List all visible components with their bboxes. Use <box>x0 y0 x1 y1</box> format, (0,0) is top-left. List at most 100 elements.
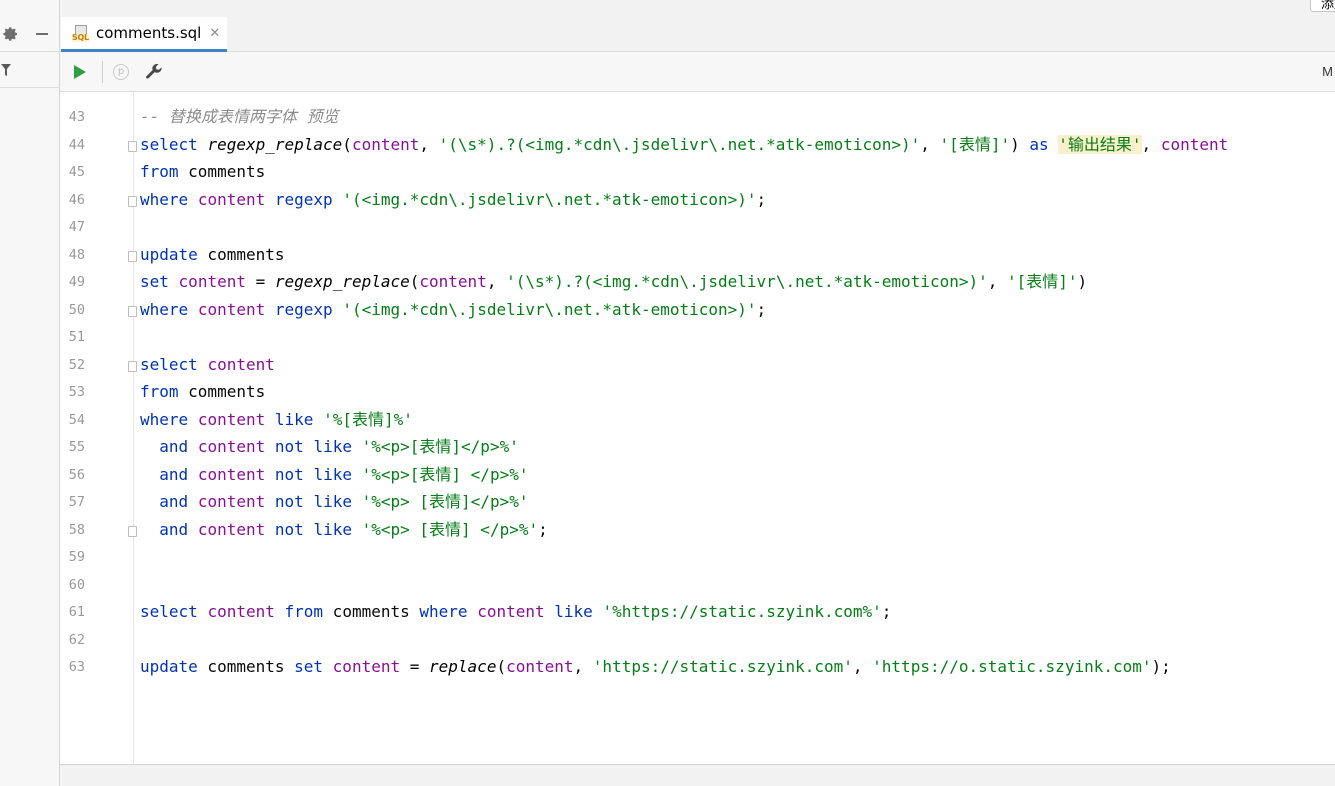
minimize-icon[interactable] <box>33 25 51 43</box>
editor-tab-bar: SQL comments.sql ✕ <box>60 17 1335 52</box>
line-number: 57 <box>68 494 85 510</box>
code-line: 57 and content not like '%<p> [表情]</p>%' <box>60 489 1335 517</box>
keyword: not <box>274 437 304 456</box>
gear-icon[interactable] <box>2 25 20 43</box>
fold-marker-icon[interactable] <box>128 360 137 372</box>
line-number: 46 <box>68 191 85 208</box>
keyword: set <box>140 272 169 291</box>
column-name: content <box>197 409 266 429</box>
code-line: 56 and content not like '%<p>[表情] </p>%' <box>60 462 1335 490</box>
editor-toolbar: p M <box>60 52 1335 92</box>
keyword: not <box>274 519 304 539</box>
column-name: content <box>178 272 246 291</box>
line-number: 59 <box>68 549 85 565</box>
line-number: 44 <box>68 136 85 153</box>
line-number: 54 <box>68 411 85 428</box>
code-text: , <box>1141 134 1161 154</box>
code-text: ( <box>342 134 352 154</box>
title-strip: 添加配置... <box>60 0 1335 17</box>
keyword: from <box>284 602 324 621</box>
string-literal: '[表情]' <box>939 134 1011 154</box>
bottom-status-bar <box>60 764 1335 786</box>
close-icon[interactable]: ✕ <box>209 25 220 41</box>
tab-comments-sql[interactable]: SQL comments.sql ✕ <box>61 17 227 52</box>
column-name: content <box>197 189 266 209</box>
keyword: not <box>274 464 304 484</box>
fold-marker-icon[interactable] <box>128 140 137 152</box>
line-number: 56 <box>68 466 85 483</box>
keyword: regexp <box>274 189 333 209</box>
line-number: 50 <box>68 301 85 318</box>
line-number: 49 <box>68 274 85 290</box>
add-configuration-button[interactable]: 添加配置... <box>1310 0 1335 12</box>
line-number: 58 <box>68 521 85 538</box>
code-text: , <box>419 134 439 154</box>
fold-marker-icon[interactable] <box>128 305 137 317</box>
function-name: replace <box>429 657 497 676</box>
code-line: 49 set content = regexp_replace(content,… <box>60 269 1335 297</box>
function-name: regexp_replace <box>207 134 343 154</box>
column-name: content <box>197 464 266 484</box>
run-icon[interactable] <box>68 60 92 84</box>
code-line: 59 <box>60 544 1335 572</box>
string-literal: '%<p>[表情]</p>%' <box>361 437 519 456</box>
code-line: 58 and content not like '%<p> [表情] </p>%… <box>60 517 1335 545</box>
toolbar-separator <box>102 61 103 83</box>
code-line: 46 where content regexp '(<img.*cdn\.jsd… <box>60 187 1335 215</box>
keyword: like <box>313 492 352 511</box>
line-number: 42 <box>60 92 85 93</box>
transaction-icon: p <box>109 60 133 84</box>
code-text: ) <box>1010 134 1030 154</box>
code-line: 42 <box>60 92 1335 100</box>
table-name: comments <box>197 244 285 264</box>
left-filter-row <box>0 52 60 88</box>
keyword: from <box>140 382 179 401</box>
column-name: content <box>197 519 266 539</box>
sql-editor[interactable]: 42 43 -- 替换成表情两字体 预览 44 select ( regexp_r… <box>60 92 1335 764</box>
table-name: comments <box>178 162 266 181</box>
string-literal: 'https://static.szyink.com' <box>592 657 853 676</box>
code-line: 62 <box>60 627 1335 655</box>
table-name: comments <box>178 382 266 401</box>
code-line: 48 update comments <box>60 242 1335 270</box>
column-name: content <box>506 657 574 676</box>
toolbar-right-label[interactable]: M <box>1322 64 1333 79</box>
wrench-icon[interactable] <box>142 60 166 84</box>
string-literal: '%<p>[表情] </p>%' <box>361 464 529 484</box>
keyword: update <box>140 244 198 264</box>
column-name: content <box>197 299 266 319</box>
function-name: regexp_replace <box>274 272 410 291</box>
string-literal: '(\s*).?(<img.*cdn\.jsdelivr\.net.*atk-e… <box>506 272 988 291</box>
code-line: 54 where content like '%[表情]%' <box>60 407 1335 435</box>
string-literal: '(\s*).?(<img.*cdn\.jsdelivr\.net.*atk-e… <box>438 134 921 154</box>
fold-marker-icon[interactable] <box>128 250 137 262</box>
line-number: 53 <box>68 384 85 400</box>
filter-icon[interactable] <box>0 62 12 78</box>
column-name: content <box>351 134 420 154</box>
code-line: 55 and content not like '%<p>[表情]</p>%' <box>60 434 1335 462</box>
table-name: comments <box>197 657 295 676</box>
keyword: as <box>1029 134 1049 154</box>
keyword: update <box>140 657 198 676</box>
column-name: content <box>207 354 275 374</box>
string-literal: '%<p> [表情]</p>%' <box>361 492 529 511</box>
keyword: like <box>554 602 593 621</box>
string-literal: '(<img.*cdn\.jsdelivr\.net.*atk-emoticon… <box>342 189 757 209</box>
fold-marker-icon[interactable] <box>128 195 137 207</box>
code-text: , <box>920 134 940 154</box>
string-literal: 'https://o.static.szyink.com' <box>872 657 1152 676</box>
string-literal: '(<img.*cdn\.jsdelivr\.net.*atk-emoticon… <box>342 299 757 319</box>
column-name: content <box>197 492 266 511</box>
line-number: 45 <box>68 164 85 180</box>
keyword: select <box>140 354 198 374</box>
left-tool-header <box>0 17 60 52</box>
line-number: 43 <box>68 109 85 125</box>
line-number: 61 <box>68 604 85 620</box>
keyword: set <box>294 657 324 676</box>
fold-marker-icon[interactable] <box>128 525 137 537</box>
code-line: 63 update comments set content = replace… <box>60 654 1335 682</box>
column-name: content <box>1160 134 1229 154</box>
keyword: like <box>313 437 352 456</box>
keyword: where <box>140 189 189 209</box>
